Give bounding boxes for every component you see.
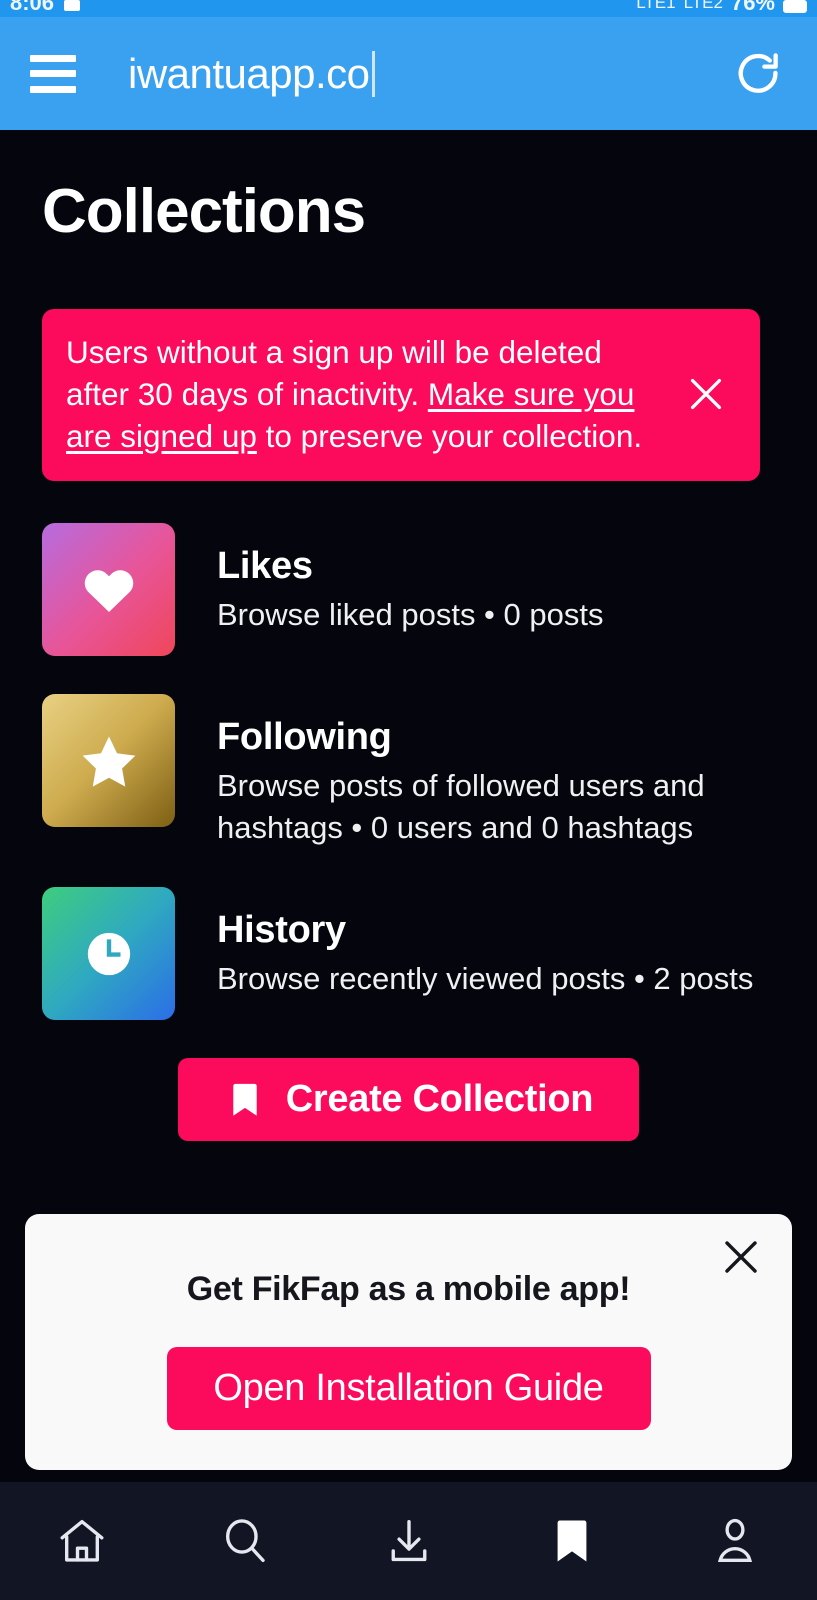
battery-percent: 76% [730,0,775,15]
network-label-1: LTE1 [636,0,676,12]
hamburger-menu-icon[interactable] [30,54,76,93]
reload-icon[interactable] [727,44,787,104]
search-icon [226,1519,265,1563]
collection-name: Following [217,716,392,758]
nav-item-collections[interactable] [490,1482,653,1600]
hamburger-line [30,54,76,62]
nav-item-downloads[interactable] [327,1482,490,1600]
heart-icon [84,569,133,612]
warning-text: Users without a sign up will be deleted … [66,331,668,457]
clock-icon [87,932,130,975]
signup-warning-banner: Users without a sign up will be deleted … [42,309,760,481]
phone-screen: 8:06 LTE1 LTE2 76% iwantuapp.co Collecti… [0,0,817,1600]
nav-item-search[interactable] [163,1482,326,1600]
create-collection-area: Create Collection [0,1058,817,1141]
bookmark-icon [557,1520,587,1562]
text-cursor [371,50,375,97]
address-bar[interactable]: iwantuapp.co [128,50,727,98]
url-text: iwantuapp.co [128,49,370,97]
nav-item-home[interactable] [0,1482,163,1600]
network-label-2: LTE2 [683,0,723,12]
open-installation-guide-label: Open Installation Guide [213,1367,604,1409]
bookmark-icon [233,1083,257,1116]
collection-description: Browse recently viewed posts • 2 posts [217,961,754,996]
install-prompt-title: Get FikFap as a mobile app! [186,1270,631,1308]
bottom-navigation-bar [0,1482,817,1600]
collections-list: Likes Browse liked posts • 0 posts Follo… [0,523,817,1020]
close-icon[interactable] [712,1228,770,1286]
collection-item-following[interactable]: Following Browse posts of followed users… [0,694,817,849]
status-bar: 8:06 LTE1 LTE2 76% [0,0,817,17]
create-collection-button[interactable]: Create Collection [177,1058,640,1141]
battery-icon [783,0,807,13]
collection-item-likes[interactable]: Likes Browse liked posts • 0 posts [0,523,817,656]
download-icon [391,1519,426,1562]
collection-tile [42,694,175,827]
collection-tile [42,887,175,1020]
browser-toolbar: iwantuapp.co [0,17,817,130]
download-indicator-icon [62,0,82,12]
status-bar-right: LTE1 LTE2 76% [636,0,807,17]
page-title: Collections [42,177,366,246]
hamburger-line [30,85,76,93]
status-bar-left: 8:06 [10,0,82,17]
open-installation-guide-button[interactable]: Open Installation Guide [166,1347,651,1430]
nav-item-profile[interactable] [654,1482,817,1600]
home-icon [60,1519,104,1562]
close-icon[interactable] [678,366,734,422]
create-collection-label: Create Collection [285,1078,594,1120]
warning-text-after: to preserve your collection. [256,418,643,454]
collection-item-history[interactable]: History Browse recently viewed posts • 2… [0,887,817,1020]
page-content: Collections Users without a sign up will… [0,130,817,1482]
collection-name: History [217,909,346,951]
star-icon [82,735,135,787]
hamburger-line [30,70,76,77]
collection-text: Likes Browse liked posts • 0 posts [217,523,775,636]
install-prompt-card: Get FikFap as a mobile app! Open Install… [25,1214,792,1470]
person-icon [718,1518,753,1563]
collection-tile [42,523,175,656]
collection-description: Browse posts of followed users and hasht… [217,768,705,845]
collection-name: Likes [217,545,313,587]
collection-description: Browse liked posts • 0 posts [217,597,604,632]
status-clock: 8:06 [10,0,55,15]
collection-text: Following Browse posts of followed users… [217,694,775,849]
collection-text: History Browse recently viewed posts • 2… [217,887,775,1000]
